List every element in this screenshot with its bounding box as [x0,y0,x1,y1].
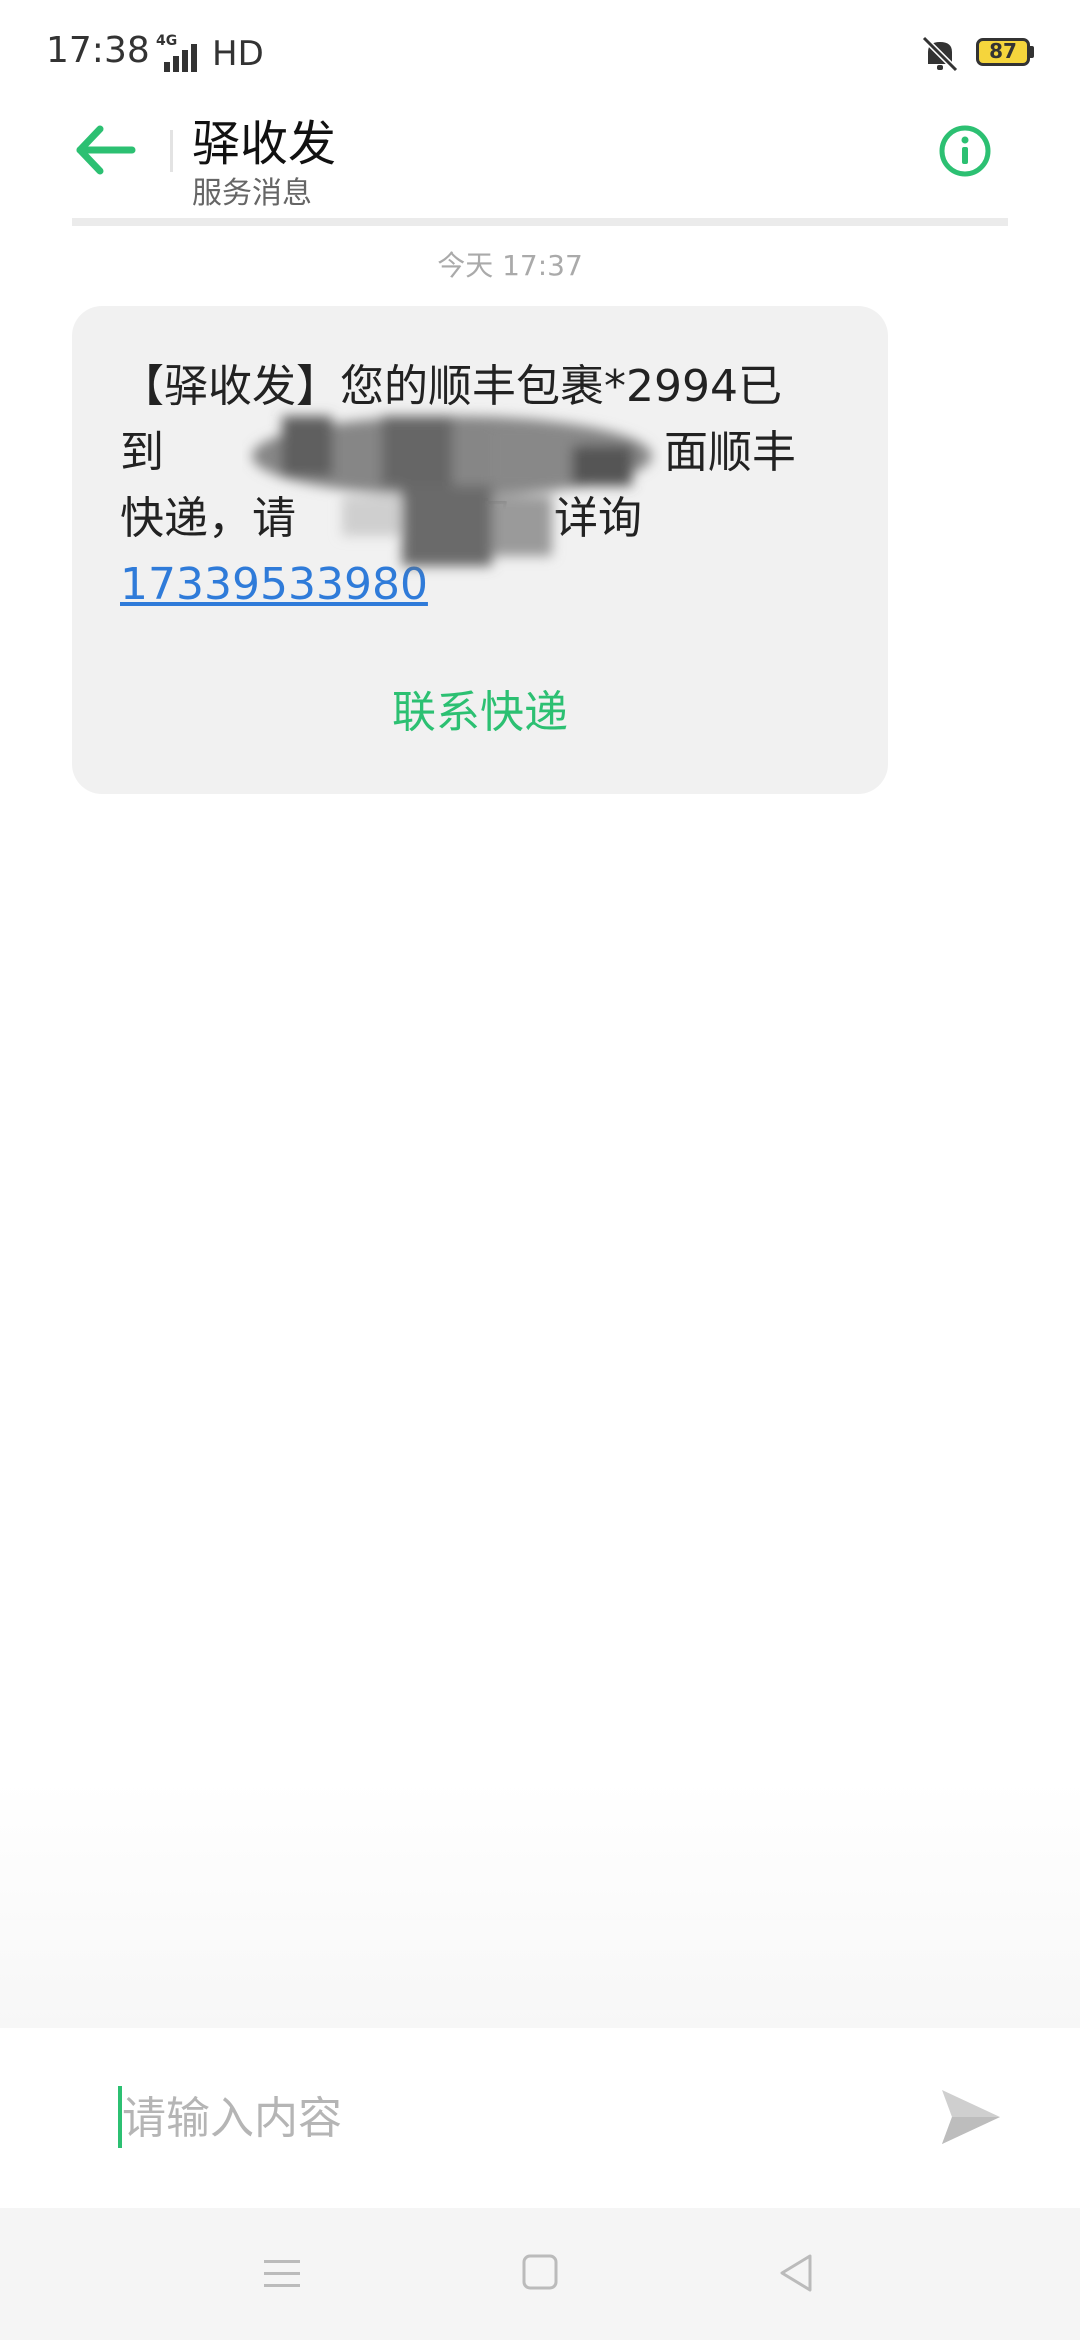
hd-indicator: HD [212,34,264,74]
message-timestamp: 今天 17:37 [437,249,583,282]
status-bar: 17:38 4G HD 87 [0,0,1080,100]
home-icon[interactable] [522,2254,558,2290]
contact-courier-button[interactable]: 联系快递 [72,676,888,740]
back-arrow-icon[interactable] [70,120,140,180]
back-icon[interactable] [776,2252,816,2294]
info-icon[interactable] [938,124,992,178]
battery-level: 87 [989,39,1017,63]
input-bar [0,2028,1080,2208]
menu-icon[interactable] [262,2256,302,2292]
header-separator [72,218,1008,226]
mute-icon [921,35,959,73]
message-bubble: 【驿收发】您的顺丰包裹*2994已 到面顺丰 快递，请 取，详询 17339533… [72,306,888,794]
system-nav-bar [0,2208,1080,2340]
input-fade [0,1780,1080,2028]
header-divider [170,130,173,172]
contact-name: 驿收发 [192,116,337,172]
contact-subtitle: 服务消息 [192,176,312,211]
send-icon[interactable] [938,2086,1004,2148]
redaction-blur [252,416,652,566]
status-time: 17:38 [46,30,150,71]
battery-icon: 87 [976,38,1030,66]
conversation-header: 驿收发 服务消息 [0,100,1080,220]
message-input[interactable] [120,2076,924,2160]
